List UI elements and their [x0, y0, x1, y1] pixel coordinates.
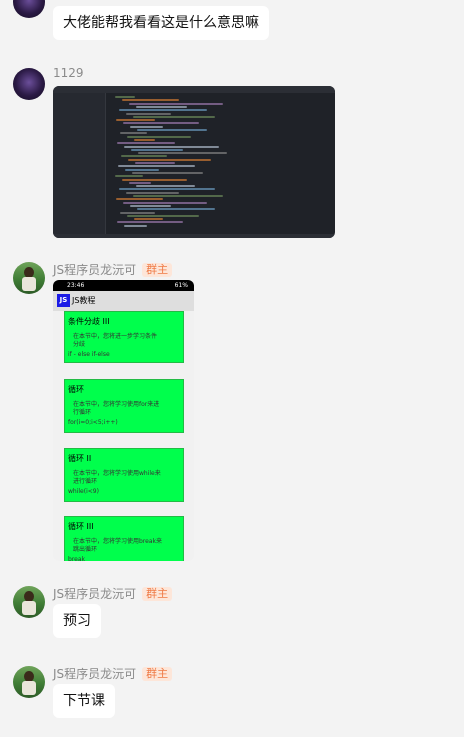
code-line [116, 119, 155, 122]
code-line [128, 158, 211, 161]
lesson-card: 循环 III 在本节中，您将学习使用break来 跳出循环 break [64, 516, 184, 561]
code-line [131, 148, 183, 151]
code-line [117, 142, 175, 145]
code-line [122, 99, 179, 102]
code-line [133, 115, 215, 118]
lesson-desc: 进行循环 [73, 478, 98, 485]
code-line [133, 195, 223, 197]
code-line [129, 102, 223, 105]
lesson-desc: 分歧 [73, 341, 86, 348]
sender-name-text: JS程序员龙沅可 [53, 263, 137, 277]
app-title: JS教程 [72, 296, 96, 305]
sender-name-text: JS程序员龙沅可 [53, 667, 137, 681]
code-line [135, 162, 175, 164]
ide-project-tree [53, 93, 106, 234]
code-line [137, 208, 215, 211]
lesson-code: if - else if-else [68, 351, 110, 358]
avatar[interactable] [13, 68, 45, 100]
lesson-title: 循环 III [68, 522, 94, 531]
avatar[interactable] [13, 666, 45, 698]
owner-badge: 群主 [142, 587, 173, 601]
code-line [122, 178, 187, 181]
code-line [124, 224, 147, 227]
sender-name-text: 1129 [53, 66, 84, 80]
lesson-code: while(i<9) [68, 488, 99, 495]
code-line [115, 96, 135, 98]
code-line [127, 135, 191, 138]
code-line [138, 152, 227, 155]
code-line [120, 211, 155, 214]
js-logo-icon: JS [57, 294, 70, 307]
lesson-code: break [68, 556, 85, 561]
code-line [120, 132, 147, 135]
message-bubble[interactable]: 下节课 [53, 684, 115, 718]
ide-status-bar [53, 234, 335, 238]
status-battery: 61% [174, 282, 188, 289]
lesson-card: 循环 在本节中，您将学习使用for来进 行循环 for(i=0;i<5;i++) [64, 379, 184, 433]
code-line [123, 201, 207, 204]
code-editor-screenshot[interactable] [53, 86, 335, 238]
sender-name: JS程序员龙沅可 群主 [53, 665, 173, 682]
code-line [126, 191, 179, 194]
code-line [118, 165, 195, 168]
sender-name: JS程序员龙沅可 群主 [53, 585, 173, 602]
code-line [119, 109, 207, 112]
code-line [134, 138, 155, 141]
lesson-desc: 行循环 [73, 409, 92, 416]
sender-name-text: JS程序员龙沅可 [53, 587, 137, 601]
code-line [119, 188, 215, 191]
code-line [136, 185, 195, 188]
message-text: 预习 [63, 613, 91, 629]
lesson-desc: 跳出循环 [73, 546, 98, 553]
code-line [130, 125, 163, 128]
code-line [126, 112, 171, 115]
phone-status-bar: 23:46 61% [53, 280, 194, 291]
lesson-code: for(i=0;i<5;i++) [68, 419, 118, 426]
lesson-title: 循环 II [68, 454, 92, 463]
code-line [123, 122, 199, 125]
owner-badge: 群主 [142, 667, 173, 681]
avatar[interactable] [13, 0, 45, 18]
lesson-title: 循环 [68, 385, 84, 394]
code-line [134, 218, 163, 221]
code-line [121, 155, 167, 158]
message-text: 大佬能帮我看看这是什么意思嘛 [63, 15, 259, 31]
phone-app-header: JS JS教程 [53, 291, 194, 311]
owner-badge: 群主 [142, 263, 173, 277]
message-bubble[interactable]: 大佬能帮我看看这是什么意思嘛 [53, 6, 269, 40]
lesson-card: 循环 II 在本节中，您将学习使用while来 进行循环 while(i<9) [64, 448, 184, 502]
ide-menu-bar [53, 86, 335, 93]
status-time: 23:46 [67, 282, 85, 289]
lesson-desc: 在本节中，您将进一步学习条件 [73, 333, 158, 340]
code-line [117, 221, 183, 224]
code-line [115, 175, 143, 178]
code-line [124, 145, 219, 148]
sender-name: 1129 [53, 66, 84, 80]
code-line [127, 214, 199, 217]
code-line [129, 181, 151, 184]
phone-screenshot[interactable]: 23:46 61% JS JS教程 条件分歧 III 在本节中，您将进一步学习条… [53, 280, 194, 561]
code-line [137, 129, 207, 131]
code-line [116, 198, 163, 201]
lesson-card: 条件分歧 III 在本节中，您将进一步学习条件 分歧 if - else if-… [64, 311, 184, 363]
sender-name: JS程序员龙沅可 群主 [53, 261, 173, 278]
code-line [125, 168, 159, 171]
lesson-title: 条件分歧 III [68, 317, 110, 326]
code-line [132, 171, 203, 174]
code-line [136, 105, 187, 108]
avatar[interactable] [13, 586, 45, 618]
message-text: 下节课 [63, 693, 105, 709]
code-line [130, 204, 171, 207]
message-bubble[interactable]: 预习 [53, 604, 101, 638]
avatar[interactable] [13, 262, 45, 294]
